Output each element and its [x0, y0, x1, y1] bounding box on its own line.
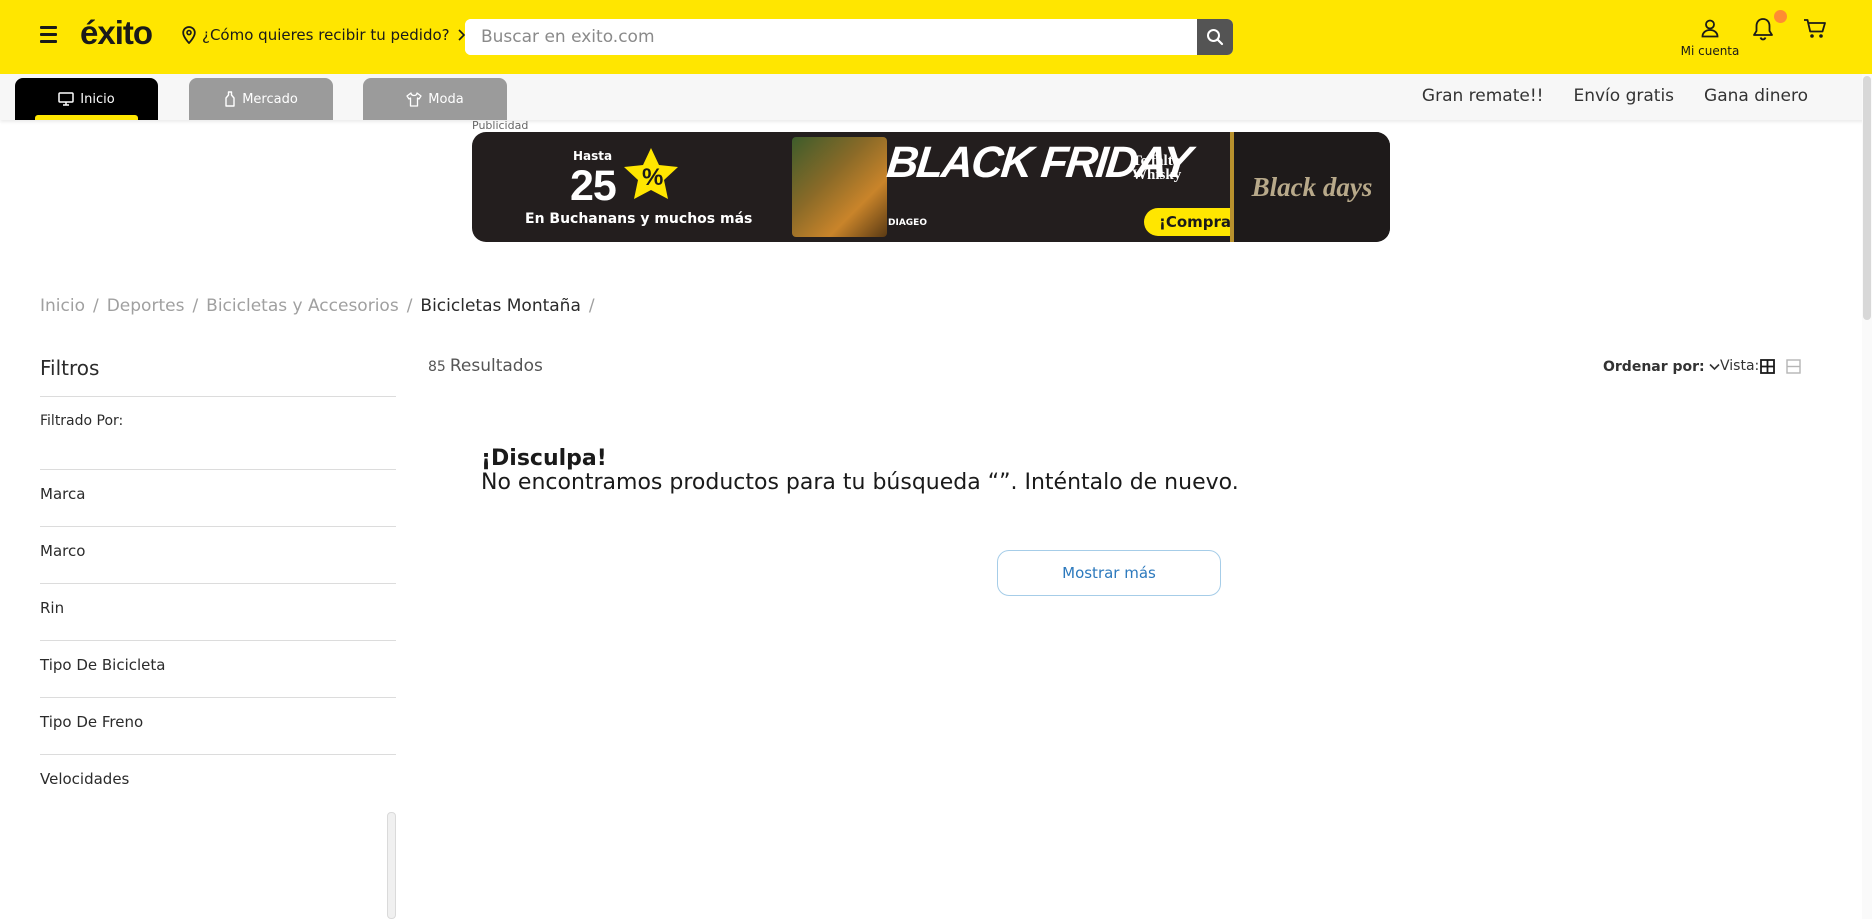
divider [40, 526, 396, 527]
breadcrumb-separator: / [192, 296, 199, 316]
ad-subtitle: En Buchanans y muchos más [525, 211, 753, 227]
envio-gratis-link[interactable]: Envío gratis [1573, 86, 1674, 106]
ad-percent: 25 [570, 162, 617, 210]
tab-label: Moda [428, 91, 464, 107]
divider [40, 640, 396, 641]
sidebar-scrollbar[interactable] [387, 812, 396, 919]
cart-button[interactable] [1803, 18, 1827, 44]
ad-brand: DIAGEO [888, 218, 927, 228]
filters-title: Filtros [40, 356, 100, 380]
divider [40, 697, 396, 698]
facet-rin[interactable]: Rin [40, 599, 396, 617]
gran-remate-link[interactable]: Gran remate!! [1422, 86, 1544, 106]
divider [40, 469, 396, 470]
location-pin-icon [182, 26, 196, 44]
results-label: Resultados [449, 356, 543, 376]
tab-mercado[interactable]: Mercado [189, 78, 333, 120]
promo-links: Gran remate!! Envío gratis Gana dinero [1422, 86, 1808, 106]
category-navbar: Inicio Mercado Moda Gran remate!! Envío … [0, 74, 1872, 120]
page-scrollbar-thumb[interactable] [1863, 76, 1871, 320]
results-summary: 85 Resultados [428, 356, 543, 376]
tab-inicio[interactable]: Inicio [15, 78, 158, 120]
header: éxito ¿Cómo quieres recibir tu pedido? M… [0, 0, 1872, 74]
divider [40, 583, 396, 584]
breadcrumb-separator: / [406, 296, 413, 316]
empty-state-message: No encontramos productos para tu búsqued… [481, 470, 1239, 495]
ad-tagline: Te falta Whisky [1132, 153, 1182, 183]
show-more-button[interactable]: Mostrar más [997, 550, 1221, 596]
bottle-icon [225, 91, 235, 107]
ad-label: Publicidad [472, 119, 529, 132]
location-prompt: ¿Cómo quieres recibir tu pedido? [202, 26, 450, 44]
view-label: Vista: [1720, 358, 1760, 374]
notification-badge [1774, 10, 1787, 23]
bell-icon [1753, 18, 1773, 41]
ad-hasta: Hasta [573, 149, 613, 163]
gana-dinero-link[interactable]: Gana dinero [1704, 86, 1808, 106]
breadcrumb-separator: / [588, 296, 595, 316]
account-button[interactable]: Mi cuenta [1680, 18, 1740, 58]
breadcrumb: Inicio / Deportes / Bicicletas y Accesor… [40, 296, 603, 316]
chevron-down-icon [1709, 363, 1720, 371]
breadcrumb-inicio[interactable]: Inicio [40, 296, 85, 316]
breadcrumb-separator: / [92, 296, 99, 316]
divider [40, 396, 396, 397]
facet-tipo-de-freno[interactable]: Tipo De Freno [40, 713, 396, 731]
list-view-icon[interactable] [1786, 359, 1801, 374]
tab-label: Inicio [80, 91, 115, 107]
divider [40, 754, 396, 755]
delivery-location-selector[interactable]: ¿Cómo quieres recibir tu pedido? [182, 26, 466, 44]
facet-velocidades[interactable]: Velocidades [40, 770, 396, 788]
breadcrumb-bicicletas-montana[interactable]: Bicicletas Montaña [420, 296, 580, 316]
monitor-icon [58, 92, 75, 106]
search-input[interactable] [465, 19, 1197, 55]
breadcrumb-bicicletas-accesorios[interactable]: Bicicletas y Accesorios [206, 296, 399, 316]
empty-state-title: ¡Disculpa! [481, 446, 607, 471]
star-icon: % [624, 148, 678, 199]
ad-banner[interactable]: Hasta 25 % En Buchanans y muchos más BLA… [472, 132, 1390, 242]
facet-tipo-de-bicicleta[interactable]: Tipo De Bicicleta [40, 656, 396, 674]
account-label: Mi cuenta [1680, 44, 1740, 58]
grid-view-icon[interactable] [1760, 359, 1775, 374]
facet-marca[interactable]: Marca [40, 485, 396, 503]
search-icon [1207, 29, 1224, 46]
sort-label: Ordenar por: [1603, 359, 1705, 375]
cart-icon [1804, 19, 1826, 38]
menu-icon[interactable] [40, 26, 60, 44]
active-tab-indicator [35, 115, 138, 120]
tab-label: Mercado [242, 91, 298, 107]
facet-marco[interactable]: Marco [40, 542, 396, 560]
sort-dropdown[interactable]: Ordenar por: [1603, 359, 1720, 375]
notifications-button[interactable] [1752, 17, 1774, 45]
results-count: 85 [428, 359, 446, 375]
tab-moda[interactable]: Moda [363, 78, 507, 120]
black-days-text: Black days [1251, 172, 1373, 202]
search-button[interactable] [1197, 19, 1233, 55]
whisky-bottles-image [792, 137, 887, 237]
search-bar [465, 19, 1233, 55]
exito-logo[interactable]: éxito [80, 14, 153, 52]
black-days-badge: Black days [1234, 132, 1390, 242]
shirt-icon [406, 91, 422, 107]
percent-sign: % [642, 164, 663, 191]
user-icon [1701, 19, 1719, 38]
breadcrumb-deportes[interactable]: Deportes [107, 296, 185, 316]
filtered-by-label: Filtrado Por: [40, 413, 124, 429]
